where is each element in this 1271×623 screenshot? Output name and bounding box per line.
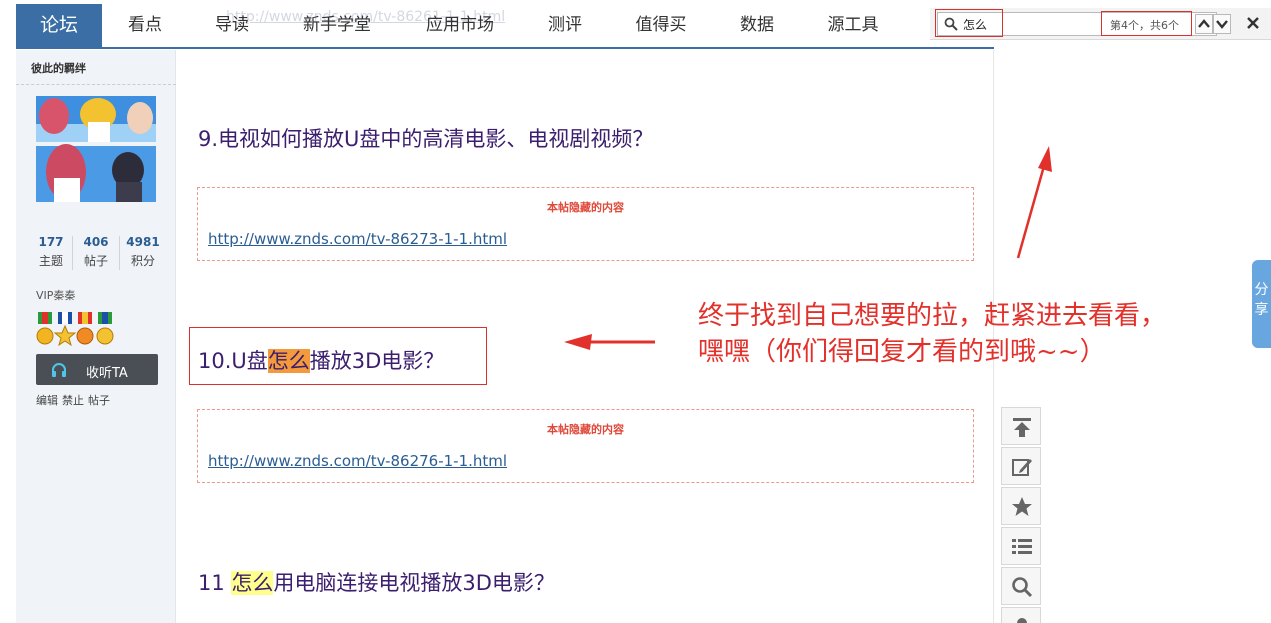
user-icon [1017,618,1027,623]
to-top-icon [1013,418,1031,437]
top-navigation: http://www.znds.com/tv-86261-1-1.html 论坛… [16,4,994,49]
list-button[interactable] [1001,527,1041,565]
share-tab-char-1: 分 [1254,282,1269,298]
hidden-content-title: 本帖隐藏的内容 [547,201,624,214]
user-sidebar: 彼此的羁绊 177 主题 406 帖子 4981 积分 VIP秦秦 收听TA 编… [16,50,176,623]
find-prev-button[interactable] [1195,14,1213,34]
hidden-content-title: 本帖隐藏的内容 [547,423,624,436]
hidden-content-box: 本帖隐藏的内容 http://www.znds.com/tv-86276-1-1… [197,409,974,483]
find-close-button[interactable] [1242,11,1264,35]
stat-posts[interactable]: 406 帖子 [79,235,113,269]
nav-item-kandian[interactable]: 看点 [116,4,174,47]
hidden-content-box: 本帖隐藏的内容 http://www.znds.com/tv-86273-1-1… [197,187,974,261]
chevron-down-icon [1216,20,1228,29]
nav-item-forum[interactable]: 论坛 [16,4,102,47]
post-link[interactable]: http://www.znds.com/tv-86273-1-1.html [208,230,507,248]
list-icon [1012,539,1032,554]
heading-11-prefix: 11 [198,571,232,595]
search-icon [944,17,958,31]
nav-item-daodu[interactable]: 导读 [204,4,260,47]
stat-points-label: 积分 [130,254,155,268]
divider [119,236,120,270]
heading-10: 10.U盘怎么播放3D电影？ [198,345,444,375]
headphones-icon [52,363,66,377]
search-button[interactable] [1001,567,1041,605]
tool-column [1001,407,1041,623]
vip-label: VIP秦秦 [36,289,76,302]
match-highlight: 怎么 [231,571,274,595]
annotation-line-2: 嘿嘿（你们得回复才看的到哦~~） [698,337,1106,367]
close-icon [1247,17,1259,29]
nav-item-newbie[interactable]: 新手学堂 [296,4,378,47]
find-bar: 怎么 第4个，共6个 [930,8,1271,40]
favorite-button[interactable] [1001,487,1041,525]
find-match-count: 第4个，共6个 [1110,19,1179,32]
post-link[interactable]: http://www.znds.com/tv-86276-1-1.html [208,452,507,470]
current-match-highlight: 怎么 [267,349,310,373]
heading-10-suffix: 播放3D电影？ [309,349,445,373]
listen-button[interactable]: 收听TA [36,354,158,385]
nav-item-tools[interactable]: 源工具 [820,4,886,47]
share-tab[interactable]: 分 享 [1252,260,1271,348]
username[interactable]: 彼此的羁绊 [31,60,86,76]
annotation-line-1: 终于找到自己想要的拉，赶紧进去看看， [698,301,1167,331]
admin-posts-link[interactable]: 帖子 [88,394,110,407]
back-to-top-button[interactable] [1001,407,1041,445]
heading-11: 11 怎么用电脑连接电视播放3D电影？ [198,567,555,597]
medal-icon [36,312,114,347]
stat-topics-label: 主题 [38,254,63,268]
share-tab-char-2: 享 [1254,302,1269,318]
nav-item-deals[interactable]: 值得买 [628,4,694,47]
divider [72,236,73,270]
admin-edit-link[interactable]: 编辑 [36,394,58,407]
heading-11-suffix: 用电脑连接电视播放3D电影？ [273,571,555,595]
stat-points-value: 4981 [126,235,160,249]
chevron-up-icon [1198,19,1210,28]
heading-9: 9.电视如何播放U盘中的高清电影、电视剧视频？ [198,127,654,151]
stat-posts-label: 帖子 [83,254,108,268]
admin-ban-link[interactable]: 禁止 [62,394,84,407]
find-next-button[interactable] [1213,14,1231,34]
up-arrow [1016,146,1052,259]
stat-posts-value: 406 [83,235,109,249]
heading-10-prefix: 10.U盘 [198,349,268,373]
avatar[interactable] [36,96,156,204]
annotation-text: 终于找到自己想要的拉，赶紧进去看看， 嘿嘿（你们得回复才看的到哦~~） [698,298,1166,370]
nav-item-app-market[interactable]: 应用市场 [419,4,501,47]
listen-label: 收听TA [86,366,128,381]
edit-icon [1012,459,1032,476]
edit-button[interactable] [1001,447,1041,485]
stat-points[interactable]: 4981 积分 [124,235,162,269]
stat-topics[interactable]: 177 主题 [34,235,68,269]
find-query-text: 怎么 [963,18,988,32]
star-icon [1012,497,1032,516]
magnifier-icon [1012,577,1033,598]
nav-item-data[interactable]: 数据 [732,4,782,47]
stat-topics-value: 177 [38,235,64,249]
admin-links: 编辑 禁止 帖子 [36,392,114,408]
nav-item-review[interactable]: 测评 [540,4,590,47]
user-button[interactable] [1001,607,1041,623]
divider [16,84,176,85]
